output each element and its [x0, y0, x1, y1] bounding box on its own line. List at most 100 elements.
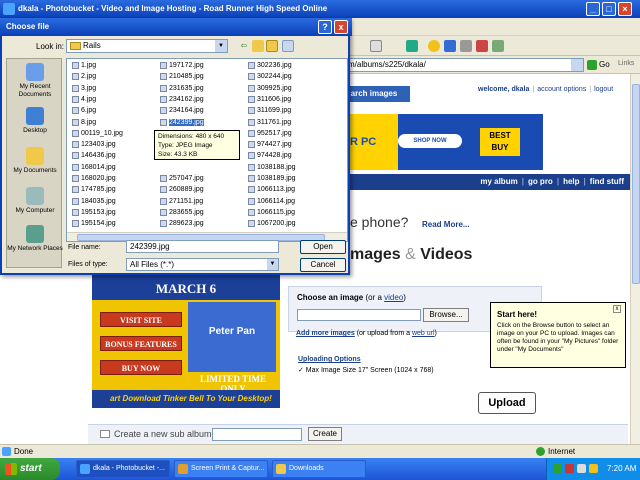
file-item[interactable]: 1067200.jpg: [247, 219, 331, 228]
maximize-button[interactable]: □: [602, 2, 616, 16]
task-downloads[interactable]: Downloads: [272, 460, 366, 478]
browse-button[interactable]: Browse...: [423, 308, 469, 322]
place-my-computer[interactable]: My Computer: [7, 187, 63, 215]
clock[interactable]: 7:20 AM: [607, 458, 636, 480]
scroll-thumb[interactable]: [632, 84, 640, 284]
file-item[interactable]: 234162.jpg: [159, 95, 243, 104]
file-item[interactable]: 1038188.jpg: [247, 163, 331, 172]
file-item[interactable]: 4.jpg: [71, 95, 155, 104]
account-options-link[interactable]: account options: [537, 86, 586, 93]
bonus-features-button[interactable]: BONUS FEATURES: [100, 336, 182, 351]
nav-go-pro[interactable]: go pro: [528, 177, 553, 186]
file-item[interactable]: 168014.jpg: [71, 163, 155, 172]
dialog-close-button[interactable]: x: [334, 20, 348, 34]
nav-my-album[interactable]: my album: [480, 177, 517, 186]
look-in-select[interactable]: Rails ▼: [66, 39, 228, 53]
file-item[interactable]: 3.jpg: [71, 84, 155, 93]
best-buy-ad[interactable]: UR PC SHOP NOW BEST BUY: [338, 114, 543, 170]
sub-album-input[interactable]: [212, 428, 302, 441]
tinker-bell-download-link[interactable]: art Download Tinker Bell To Your Desktop…: [92, 390, 280, 408]
file-item[interactable]: 6.jpg: [71, 106, 155, 115]
dialog-title-bar[interactable]: Choose file ? x: [0, 18, 352, 36]
upload-button[interactable]: Upload: [478, 392, 536, 414]
peter-pan-dvd-ad[interactable]: 2-DISC DVD MARCH 6 VISIT SITE BONUS FEAT…: [92, 260, 280, 408]
uploading-options-link[interactable]: Uploading Options: [298, 356, 434, 363]
file-item[interactable]: 289623.jpg: [159, 219, 243, 228]
favorites-icon[interactable]: [406, 40, 418, 52]
messenger-tray-icon[interactable]: [589, 464, 598, 473]
web-url-link[interactable]: web url: [412, 330, 435, 337]
help-button[interactable]: ?: [318, 20, 332, 34]
research-icon[interactable]: [460, 40, 472, 52]
smiley-icon[interactable]: [428, 40, 440, 52]
file-item[interactable]: 242399.jpg: [159, 118, 243, 127]
place-desktop[interactable]: Desktop: [7, 107, 63, 135]
add-more-images-link[interactable]: Add more images: [296, 330, 355, 337]
file-item[interactable]: 174785.jpg: [71, 185, 155, 194]
place-network[interactable]: My Network Places: [7, 225, 63, 253]
file-item[interactable]: 271151.jpg: [159, 197, 243, 206]
up-folder-icon[interactable]: [252, 40, 264, 52]
go-button[interactable]: Go: [587, 58, 613, 72]
file-item[interactable]: 195154.jpg: [71, 219, 155, 228]
file-item[interactable]: 311606.jpg: [247, 95, 331, 104]
file-item[interactable]: 1066114.jpg: [247, 197, 331, 206]
messenger-icon[interactable]: [444, 40, 456, 52]
minimize-button[interactable]: _: [586, 2, 600, 16]
file-item[interactable]: 2.jpg: [71, 72, 155, 81]
address-dropdown-icon[interactable]: [571, 59, 583, 71]
file-item[interactable]: 1038189.jpg: [247, 174, 331, 183]
task-screen-print[interactable]: Screen Print & Captur...: [174, 460, 268, 478]
view-menu-icon[interactable]: [282, 40, 294, 52]
new-folder-icon[interactable]: [266, 40, 278, 52]
file-name-input[interactable]: 242399.jpg: [126, 240, 279, 253]
nav-help[interactable]: help: [563, 177, 579, 186]
page-icon[interactable]: [370, 40, 382, 52]
file-item[interactable]: 1.jpg: [71, 61, 155, 70]
file-item[interactable]: 00119_10.jpg: [71, 129, 155, 138]
file-item[interactable]: 8.jpg: [71, 118, 155, 127]
volume-icon[interactable]: [577, 464, 586, 473]
files-of-type-select[interactable]: All Files (*.*) ▼: [126, 258, 279, 271]
create-button[interactable]: Create: [308, 427, 342, 441]
open-button[interactable]: Open: [300, 240, 346, 254]
visit-site-button[interactable]: VISIT SITE: [100, 312, 182, 327]
file-item[interactable]: 210485.jpg: [159, 72, 243, 81]
file-item[interactable]: 146436.jpg: [71, 151, 155, 160]
place-recent[interactable]: My Recent Documents: [7, 63, 63, 99]
file-item[interactable]: 184035.jpg: [71, 197, 155, 206]
network-icon[interactable]: [553, 464, 562, 473]
tools-icon[interactable]: [476, 40, 488, 52]
chevron-down-icon[interactable]: ▼: [215, 40, 227, 52]
file-item[interactable]: 260889.jpg: [159, 185, 243, 194]
security-icon[interactable]: [565, 464, 574, 473]
place-my-documents[interactable]: My Documents: [7, 147, 63, 175]
file-item[interactable]: 234164.jpg: [159, 106, 243, 115]
file-item[interactable]: 231635.jpg: [159, 84, 243, 93]
file-item[interactable]: 974428.jpg: [247, 151, 331, 160]
chevron-down-icon[interactable]: ▼: [267, 259, 278, 270]
ad-shop-now[interactable]: SHOP NOW: [398, 134, 462, 148]
address-input[interactable]: m/albums/s225/dkala/: [344, 58, 584, 72]
file-item[interactable]: 195153.jpg: [71, 208, 155, 217]
video-link[interactable]: video: [384, 293, 403, 302]
file-item[interactable]: 1066113.jpg: [247, 185, 331, 194]
file-item[interactable]: 309925.jpg: [247, 84, 331, 93]
file-item[interactable]: 974427.jpg: [247, 140, 331, 149]
task-photobucket[interactable]: dkala - Photobucket -...: [76, 460, 170, 478]
nav-find-stuff[interactable]: find stuff: [590, 177, 624, 186]
logout-link[interactable]: logout: [594, 86, 613, 93]
file-item[interactable]: 311761.jpg: [247, 118, 331, 127]
file-item[interactable]: 283655.jpg: [159, 208, 243, 217]
file-item[interactable]: 302244.jpg: [247, 72, 331, 81]
buy-now-button[interactable]: BUY NOW: [100, 360, 182, 375]
links-label[interactable]: Links: [618, 60, 634, 67]
back-icon[interactable]: ⇦: [238, 40, 250, 52]
read-more-link[interactable]: Read More...: [422, 220, 470, 229]
discuss-icon[interactable]: [492, 40, 504, 52]
file-item[interactable]: 1066115.jpg: [247, 208, 331, 217]
close-button[interactable]: ×: [618, 2, 632, 16]
file-item[interactable]: 311699.jpg: [247, 106, 331, 115]
cancel-button[interactable]: Cancel: [300, 258, 346, 272]
file-item[interactable]: 197172.jpg: [159, 61, 243, 70]
